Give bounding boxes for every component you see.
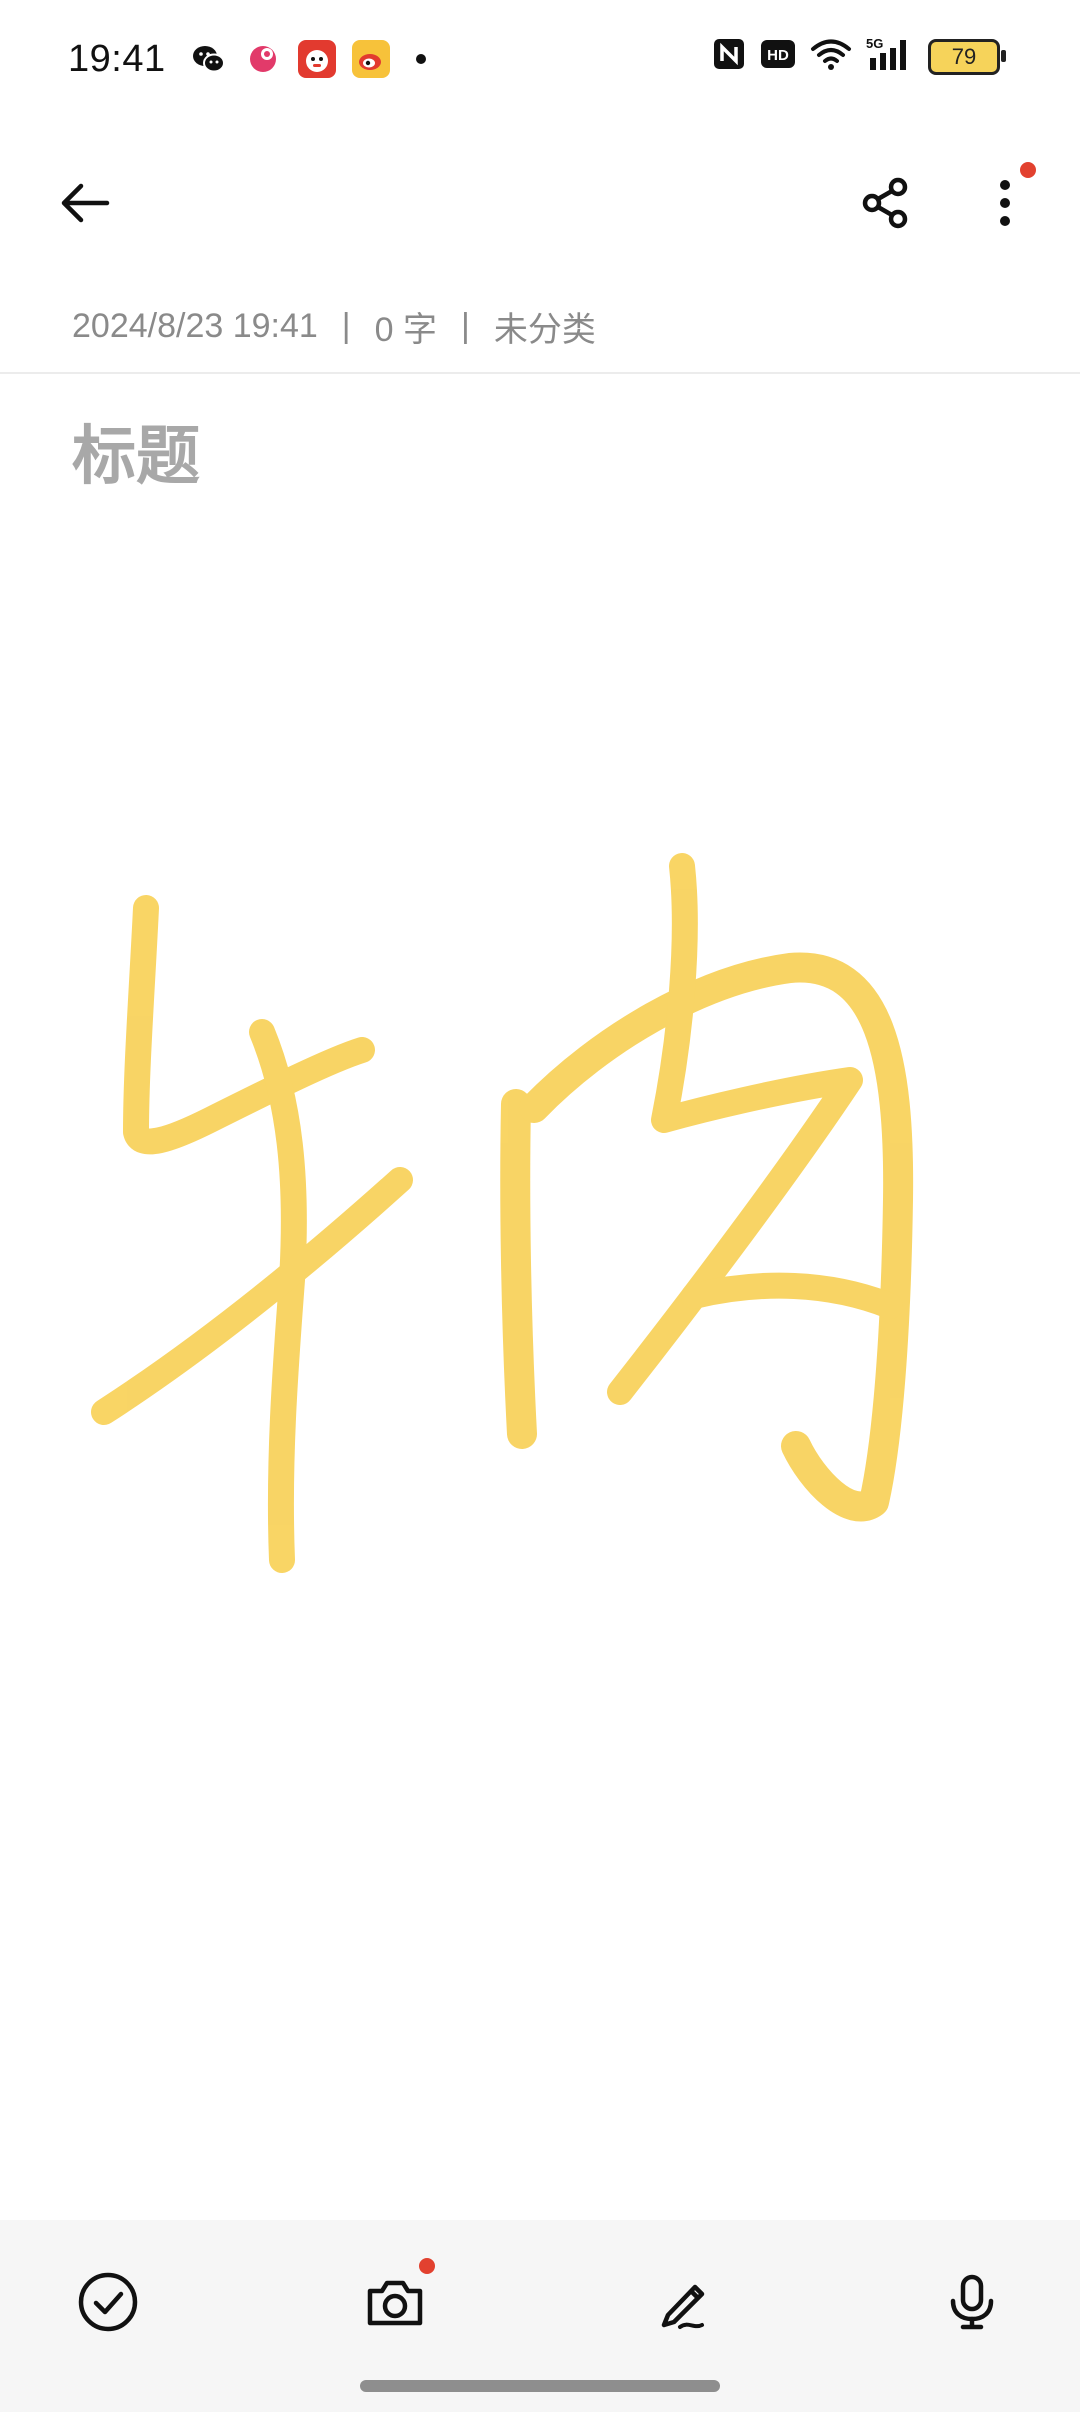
nfc-icon: [712, 37, 746, 76]
chat-bubble-app-icon: [244, 40, 282, 78]
wifi-icon: [810, 37, 852, 76]
meta-separator: |: [461, 307, 470, 345]
checklist-button[interactable]: [68, 2262, 148, 2342]
cellular-5g-icon: 5G: [866, 36, 914, 77]
svg-text:HD: HD: [767, 47, 789, 64]
back-button[interactable]: [50, 168, 120, 238]
svg-text:5G: 5G: [866, 36, 883, 51]
note-title-input[interactable]: [72, 420, 972, 494]
header-divider: [0, 372, 1080, 374]
more-options-button[interactable]: [970, 162, 1040, 238]
check-circle-icon: [78, 2272, 138, 2332]
voice-button[interactable]: [932, 2262, 1012, 2342]
system-icons: HD 5G 79: [712, 36, 1006, 77]
more-notifications-dot: [416, 54, 426, 64]
battery-level: 79: [951, 43, 977, 69]
share-icon: [862, 177, 908, 229]
status-bar: 19:41 HD 5G 79: [0, 0, 1080, 120]
note-word-count: 0 字: [374, 311, 437, 349]
camera-button[interactable]: [355, 2258, 435, 2342]
meta-separator: |: [341, 307, 351, 345]
microphone-icon: [950, 2274, 994, 2330]
camera-icon: [367, 2280, 423, 2326]
home-indicator[interactable]: [360, 2380, 720, 2392]
status-time: 19:41: [68, 38, 166, 80]
hd-icon: HD: [760, 37, 796, 76]
note-editor-screen: 19:41 HD 5G 79 2024/8/23 19:41 | 0 字 | 未…: [0, 0, 1080, 2412]
handwriting-canvas[interactable]: [0, 520, 1080, 2200]
top-app-bar: [0, 150, 1080, 250]
red-face-app-icon: [298, 40, 336, 78]
note-datetime: 2024/8/23 19:41: [72, 307, 318, 345]
note-category[interactable]: 未分类: [494, 302, 596, 351]
handwriting-button[interactable]: [645, 2262, 725, 2342]
more-options-badge: [1020, 162, 1036, 178]
battery-indicator: 79: [928, 38, 1006, 75]
pen-icon: [661, 2284, 705, 2329]
handwriting-strokes: [91, 853, 914, 1573]
weibo-icon: [352, 40, 390, 78]
camera-badge: [419, 2258, 435, 2274]
notification-icons: [190, 40, 426, 78]
note-meta: 2024/8/23 19:41 | 0 字 | 未分类: [72, 302, 596, 351]
wechat-icon: [190, 40, 228, 78]
more-vertical-icon: [1000, 180, 1010, 226]
share-button[interactable]: [850, 168, 920, 238]
arrow-left-icon: [61, 183, 110, 223]
